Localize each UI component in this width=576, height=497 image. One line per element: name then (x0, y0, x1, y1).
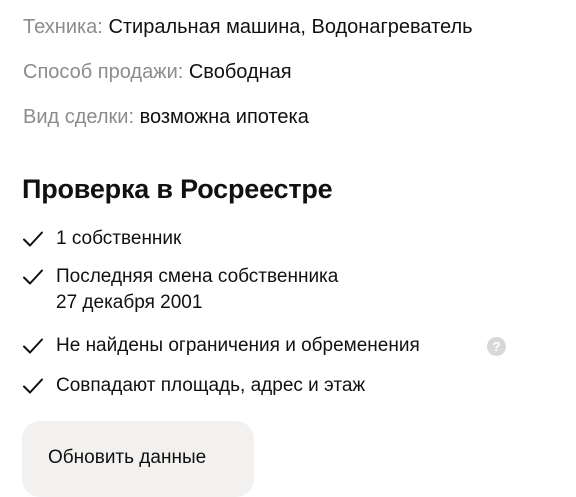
param-value: Свободная (188, 61, 292, 83)
param-row-appliances: Техника: Стиральная машина, Водонагреват… (23, 15, 473, 39)
param-row-sale-method: Способ продажи: Свободная (23, 60, 292, 84)
section-title: Проверка в Росреестре (22, 174, 333, 204)
checkmark-icon (23, 269, 43, 285)
param-value: возможна ипотека (139, 106, 309, 128)
checkmark-icon (23, 378, 43, 394)
checkmark-icon (23, 231, 43, 247)
refresh-data-label: Обновить данные (48, 447, 207, 468)
refresh-data-button[interactable]: Обновить данные (22, 421, 254, 497)
check-text-block: Последняя смена собственника 27 декабря … (56, 264, 338, 316)
check-text: Совпадают площадь, адрес и этаж (56, 375, 366, 396)
param-label: Техника: (23, 16, 103, 38)
check-date: 27 декабря 2001 (56, 292, 203, 313)
checkmark-icon (23, 338, 43, 354)
param-row-deal-type: Вид сделки: возможна ипотека (23, 105, 309, 129)
help-icon[interactable]: ? (487, 337, 506, 356)
param-label: Способ продажи: (23, 61, 184, 83)
check-text: Последняя смена собственника (56, 266, 339, 287)
param-value: Стиральная машина, Водонагреватель (108, 16, 473, 38)
check-text: 1 собственник (56, 228, 182, 249)
param-label: Вид сделки: (23, 106, 135, 128)
check-text: Не найдены ограничения и обременения (56, 335, 420, 356)
